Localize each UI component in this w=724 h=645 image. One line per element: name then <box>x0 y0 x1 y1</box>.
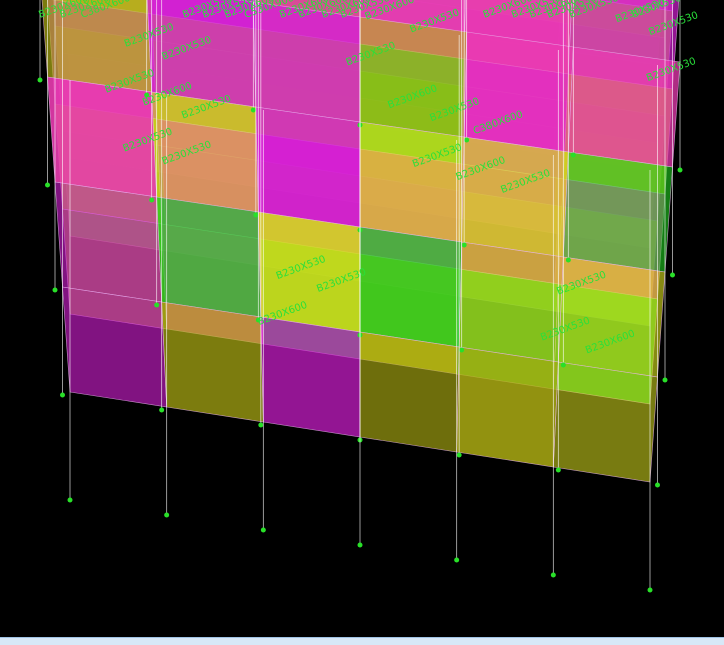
support-marker <box>560 362 566 368</box>
support-marker <box>456 452 462 458</box>
slab-panel <box>359 16 467 138</box>
support-marker <box>149 197 155 203</box>
support-marker <box>250 107 256 113</box>
slab-panel <box>62 286 167 408</box>
slab-panel <box>359 226 462 348</box>
support-marker <box>454 557 460 563</box>
slab-panel <box>255 106 361 228</box>
model-3d-viewport[interactable]: B230X600 B230X600 B230X530 B230X530 B230X530… <box>0 0 724 637</box>
support-marker <box>550 572 556 578</box>
support-marker <box>570 152 576 158</box>
support-marker <box>60 392 65 398</box>
slab-panel <box>359 331 460 453</box>
slab-panel <box>553 361 658 483</box>
support-marker <box>670 272 675 278</box>
support-marker <box>253 212 259 218</box>
slab-panel <box>558 256 666 378</box>
support-marker <box>37 77 43 83</box>
support-marker <box>647 587 653 593</box>
support-marker <box>45 182 50 188</box>
support-marker <box>154 302 160 308</box>
support-marker <box>461 242 467 248</box>
support-marker <box>464 137 470 143</box>
support-marker <box>260 527 266 533</box>
support-marker <box>565 257 571 263</box>
slab-panel <box>456 346 559 468</box>
slab-panel <box>568 46 681 168</box>
support-marker <box>258 422 264 428</box>
slab-panel <box>359 121 465 243</box>
slab-panel <box>563 151 673 273</box>
support-marker <box>164 512 170 518</box>
support-marker <box>52 287 58 293</box>
support-marker <box>677 167 683 173</box>
support-marker <box>555 467 561 473</box>
support-marker <box>655 482 660 488</box>
support-marker <box>459 347 465 353</box>
slab-panel <box>156 196 262 318</box>
support-marker <box>159 407 165 413</box>
slab-panel <box>461 136 569 258</box>
support-marker <box>357 542 363 548</box>
support-marker <box>662 377 668 383</box>
slab-panel <box>458 241 564 363</box>
slab-panel <box>260 316 361 438</box>
status-bar <box>0 637 724 645</box>
slab-panel <box>161 301 264 423</box>
support-marker <box>67 497 73 503</box>
slab-panel <box>54 181 162 303</box>
structural-model-canvas[interactable]: B230X600 B230X600 B230X530B230X530B230X530… <box>0 0 724 637</box>
